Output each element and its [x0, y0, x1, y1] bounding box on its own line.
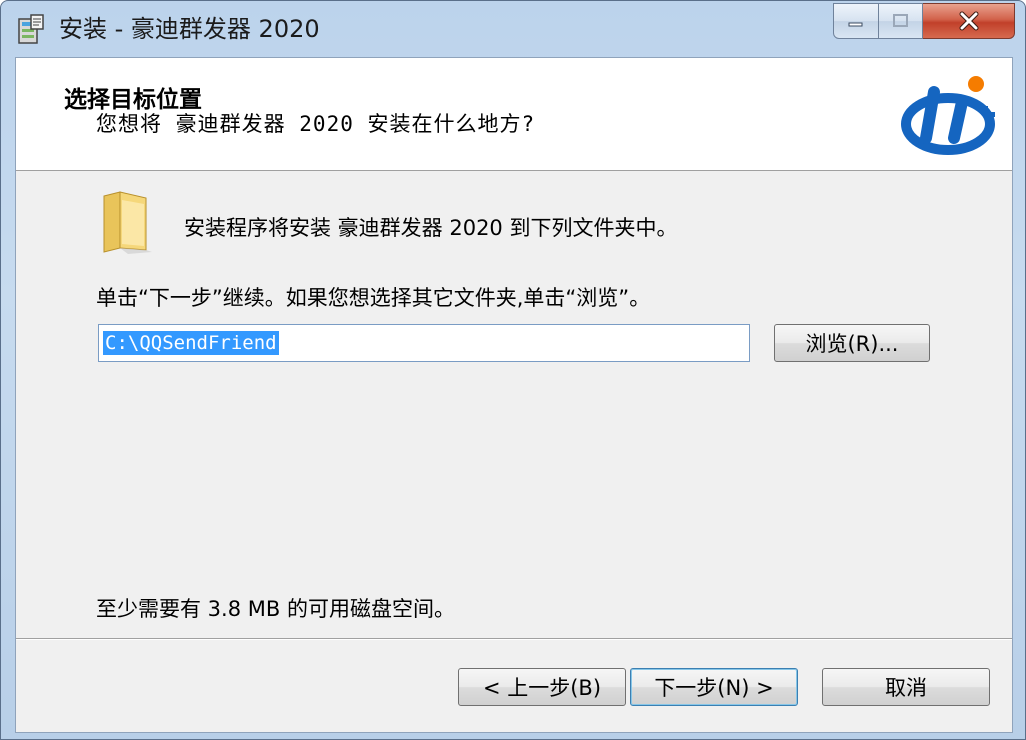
page-subtitle: 您想将 豪迪群发器 2020 安装在什么地方? [96, 112, 536, 136]
browse-button[interactable]: 浏览(R)... [774, 324, 930, 362]
title-bar[interactable]: 安装 - 豪迪群发器 2020 [1, 1, 1025, 57]
destination-path-input[interactable]: C:\QQSendFriend [98, 324, 750, 362]
maximize-button[interactable] [879, 3, 923, 39]
close-button[interactable] [923, 3, 1015, 39]
folder-icon [103, 191, 152, 254]
close-icon [959, 11, 978, 31]
brand-logo [901, 76, 995, 155]
instruction-text: 单击“下一步”继续。如果您想选择其它文件夹,单击“浏览”。 [96, 286, 651, 310]
destination-path-value: C:\QQSendFriend [103, 331, 279, 355]
install-intro-text: 安装程序将安装 豪迪群发器 2020 到下列文件夹中。 [184, 216, 678, 240]
footer-divider [16, 638, 1012, 640]
installer-icon [18, 14, 44, 44]
cancel-button[interactable]: 取消 [822, 668, 990, 706]
caption-buttons [833, 3, 1015, 39]
window-title: 安装 - 豪迪群发器 2020 [59, 15, 320, 43]
minimize-button[interactable] [833, 3, 879, 39]
back-button[interactable]: < 上一步(B) [458, 668, 626, 706]
minimize-icon [848, 22, 863, 27]
installer-window: 安装 - 豪迪群发器 2020 选择目标位置 您想将 豪迪群发器 2020 安装… [0, 0, 1026, 740]
dialog-content: 选择目标位置 您想将 豪迪群发器 2020 安装在什么地方? 安装程序将安装 豪… [15, 57, 1013, 733]
maximize-icon [892, 14, 908, 27]
disk-space-note: 至少需要有 3.8 MB 的可用磁盘空间。 [96, 597, 455, 621]
wizard-header: 选择目标位置 您想将 豪迪群发器 2020 安装在什么地方? [16, 58, 1012, 171]
next-button[interactable]: 下一步(N) > [630, 668, 798, 706]
